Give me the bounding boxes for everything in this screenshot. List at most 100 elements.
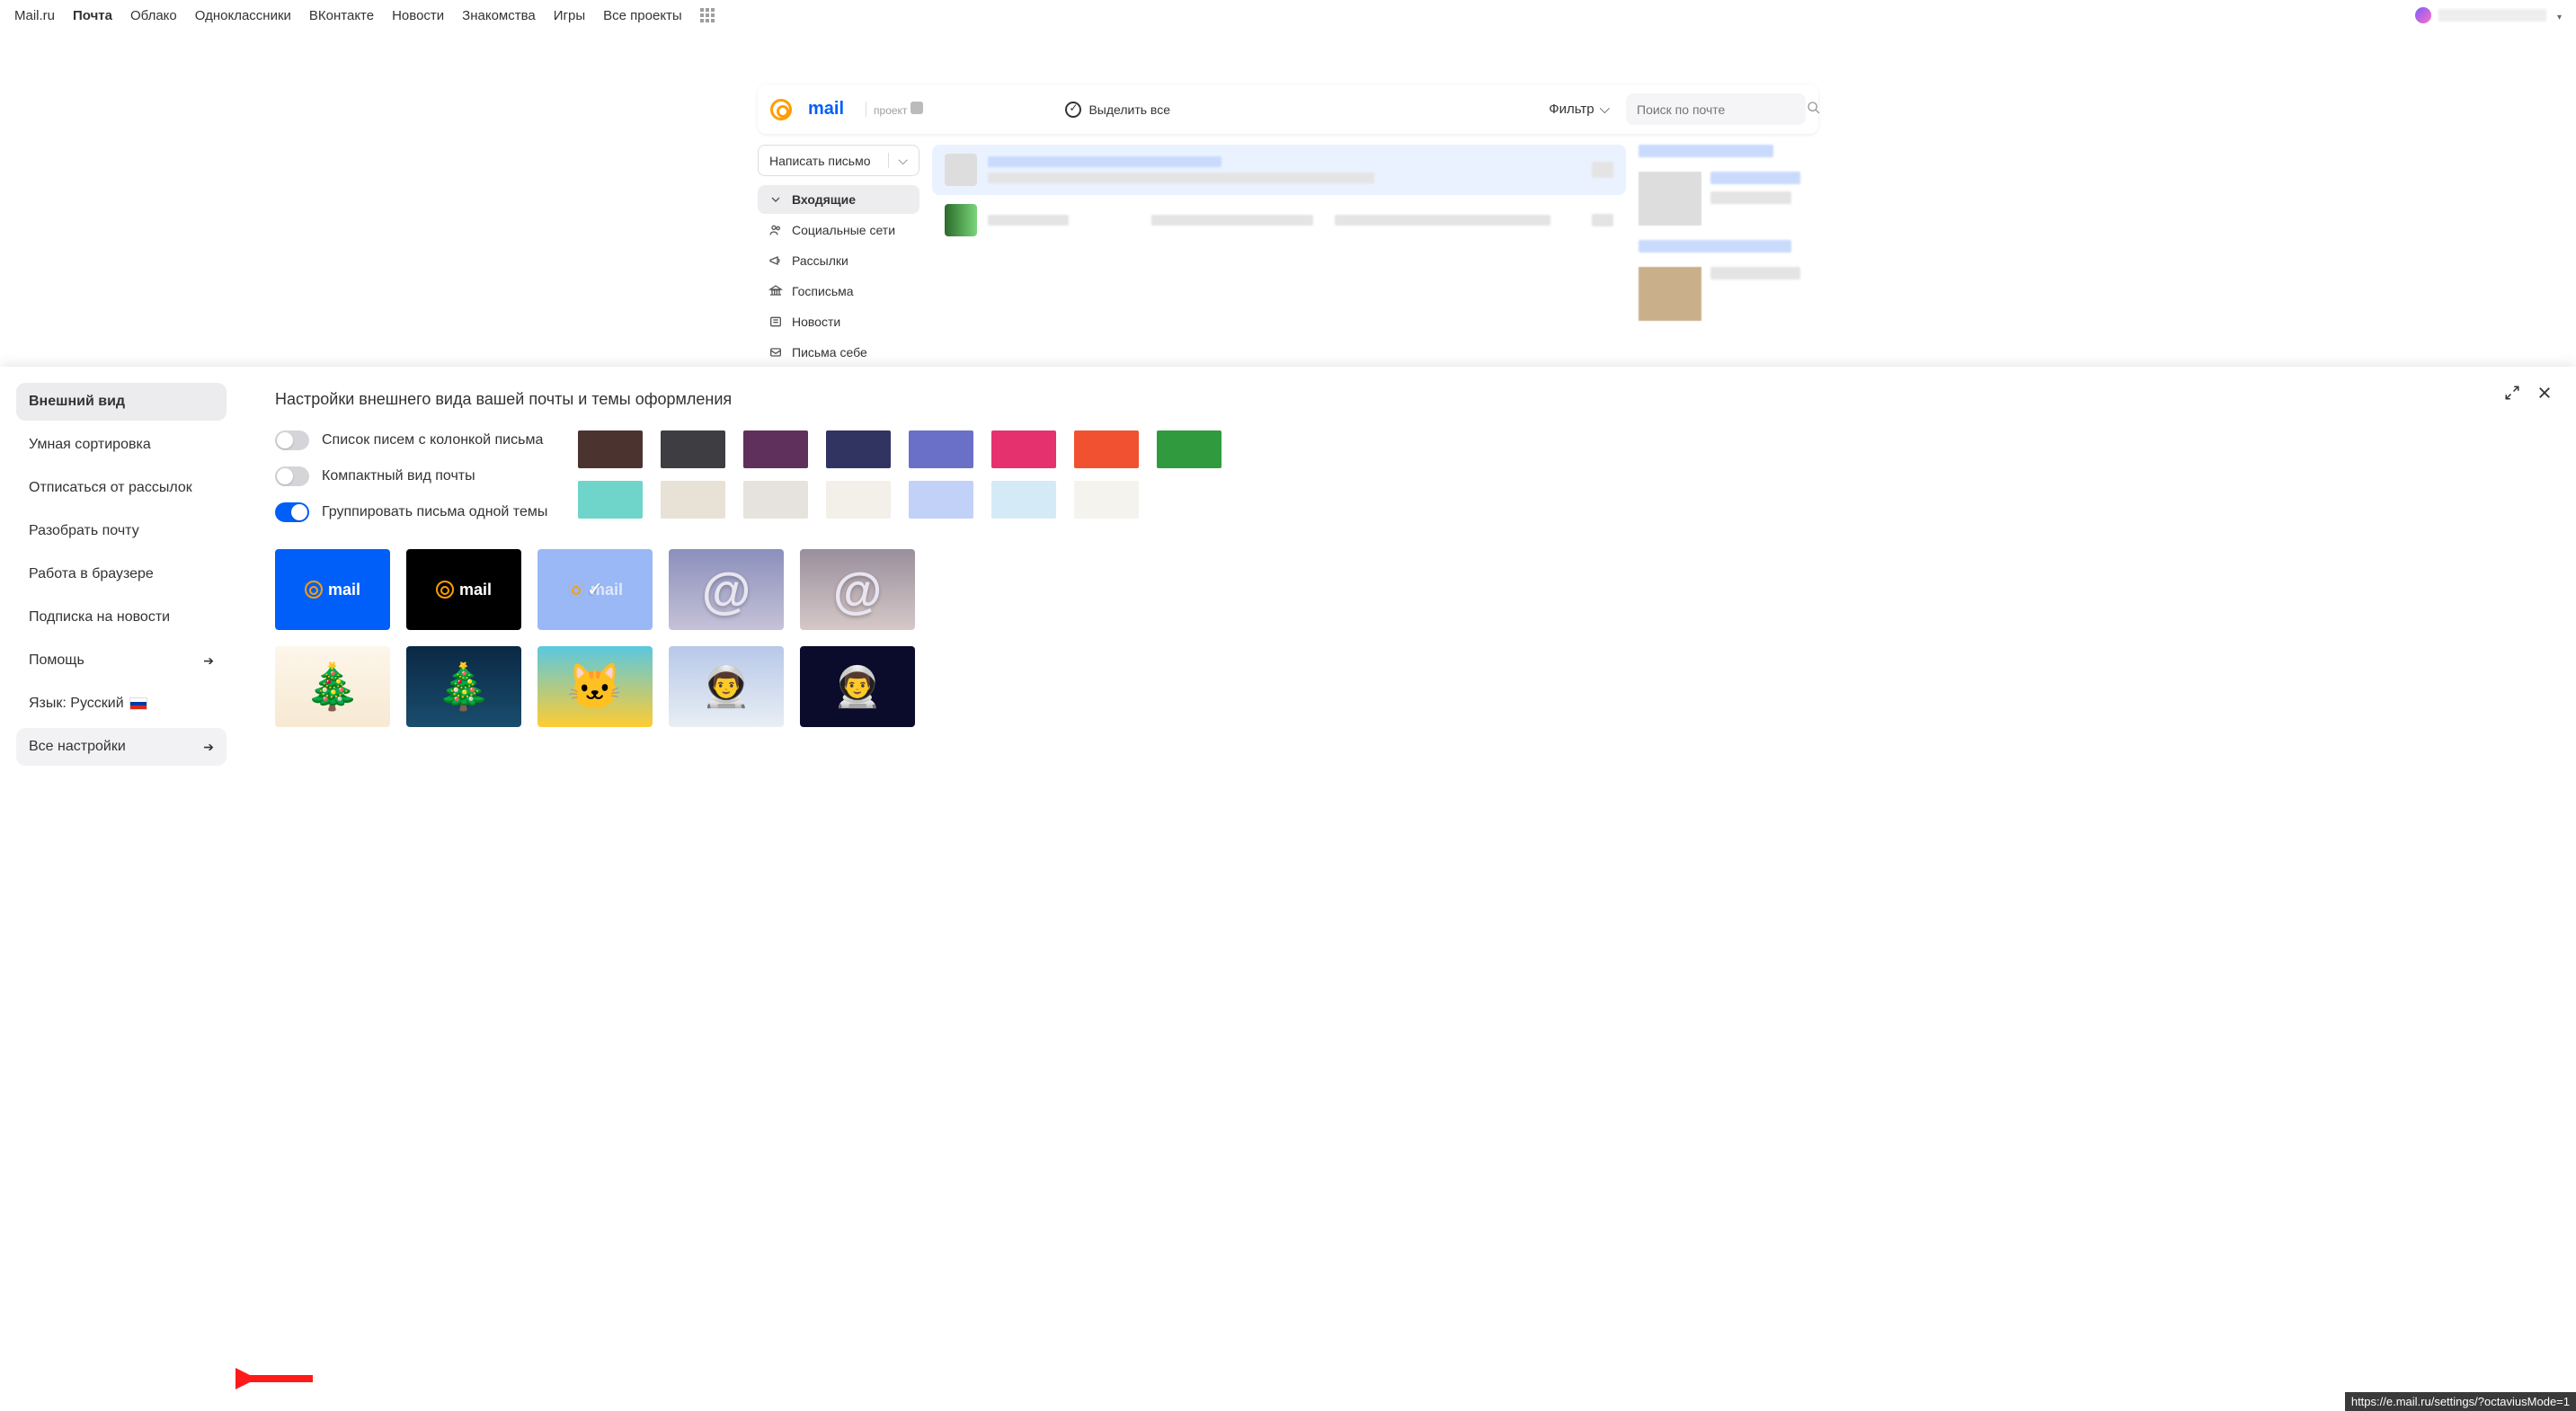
- blurred-thumb: [1639, 172, 1701, 226]
- toggle-switch[interactable]: [275, 430, 309, 450]
- theme-xmas-dark[interactable]: 🎄: [406, 646, 521, 727]
- mail-row[interactable]: [932, 145, 1626, 195]
- theme-astronaut-dark[interactable]: 👨‍🚀: [800, 646, 915, 727]
- color-swatch[interactable]: [991, 430, 1056, 468]
- settings-panel: Внешний вид Умная сортировка Отписаться …: [0, 367, 2576, 1411]
- color-swatch[interactable]: [1157, 430, 1221, 468]
- settings-main: Настройки внешнего вида вашей почты и те…: [243, 367, 2576, 1411]
- cat-icon: 🐱: [567, 661, 623, 714]
- user-menu-caret-icon[interactable]: [2554, 8, 2562, 22]
- nav-allprojects[interactable]: Все проекты: [603, 8, 682, 23]
- blurred-time: [1592, 214, 1613, 226]
- nav-dating[interactable]: Знакомства: [462, 8, 536, 23]
- color-swatch[interactable]: [909, 430, 973, 468]
- folder-to-self[interactable]: Письма себе: [758, 338, 919, 367]
- search-icon: [1807, 101, 1821, 118]
- at-ice-icon: @: [702, 561, 751, 619]
- theme-xmas-light[interactable]: 🎄: [275, 646, 390, 727]
- settings-item-news-sub[interactable]: Подписка на новости: [16, 599, 227, 636]
- mail-logo-text[interactable]: mail: [808, 99, 844, 120]
- color-swatch[interactable]: [1074, 430, 1139, 468]
- theme-mail-light[interactable]: mail ✓: [537, 549, 653, 630]
- sender-avatar: [945, 154, 977, 186]
- toggle-compact: Компактный вид почты: [275, 466, 547, 486]
- settings-item-browser[interactable]: Работа в браузере: [16, 555, 227, 593]
- mail-logo-icon[interactable]: [770, 99, 792, 120]
- compose-caret-icon[interactable]: ⌵: [888, 153, 908, 168]
- apps-grid-icon[interactable]: [700, 8, 715, 22]
- settings-title: Настройки внешнего вида вашей почты и те…: [275, 390, 2544, 409]
- settings-sidebar: Внешний вид Умная сортировка Отписаться …: [0, 367, 243, 1411]
- theme-mail-blue[interactable]: mail: [275, 549, 390, 630]
- top-nav-right: [2415, 7, 2562, 23]
- settings-item-help[interactable]: Помощь ➔: [16, 642, 227, 679]
- at-ice-icon: @: [833, 561, 883, 619]
- compose-button[interactable]: Написать письмо ⌵: [758, 145, 919, 176]
- settings-item-cleanup[interactable]: Разобрать почту: [16, 512, 227, 550]
- at-logo-icon: [305, 581, 323, 599]
- mail-sidebar: Написать письмо ⌵ Входящие Социальные се…: [758, 145, 919, 367]
- folder-newsletters[interactable]: Рассылки: [758, 246, 919, 275]
- settings-item-unsubscribe[interactable]: Отписаться от рассылок: [16, 469, 227, 507]
- color-swatch[interactable]: [661, 430, 725, 468]
- color-swatch[interactable]: [578, 481, 643, 519]
- select-all-button[interactable]: Выделить все: [1065, 102, 1170, 118]
- settings-item-appearance[interactable]: Внешний вид: [16, 383, 227, 421]
- close-icon: [2536, 385, 2553, 401]
- filter-button[interactable]: Фильтр ⌵: [1549, 102, 1610, 117]
- folder-inbox[interactable]: Входящие: [758, 185, 919, 214]
- settings-item-all-settings[interactable]: Все настройки ➔: [16, 728, 227, 766]
- nav-games[interactable]: Игры: [554, 8, 585, 23]
- color-swatch[interactable]: [578, 430, 643, 468]
- mail-list: [932, 145, 1626, 367]
- close-button[interactable]: [2536, 385, 2553, 406]
- folder-news[interactable]: Новости: [758, 307, 919, 336]
- blurred-time: [1592, 162, 1613, 178]
- status-url-tooltip: https://e.mail.ru/settings/?octaviusMode…: [2345, 1392, 2576, 1411]
- nav-vk[interactable]: ВКонтакте: [309, 8, 374, 23]
- sender-avatar: [945, 204, 977, 236]
- theme-mail-black[interactable]: mail: [406, 549, 521, 630]
- settings-item-language[interactable]: Язык: Русский: [16, 685, 227, 723]
- user-avatar[interactable]: [2415, 7, 2431, 23]
- color-swatch[interactable]: [909, 481, 973, 519]
- blurred-subject: [988, 156, 1221, 167]
- toggle-switch[interactable]: [275, 466, 309, 486]
- toggle-switch[interactable]: [275, 502, 309, 522]
- color-swatch[interactable]: [991, 481, 1056, 519]
- nav-news[interactable]: Новости: [392, 8, 444, 23]
- color-swatch[interactable]: [1074, 481, 1139, 519]
- blurred-line: [1710, 191, 1791, 204]
- select-all-label: Выделить все: [1088, 102, 1170, 117]
- nav-mailru[interactable]: Mail.ru: [14, 8, 55, 23]
- blurred-sender: [988, 215, 1069, 226]
- color-swatch[interactable]: [826, 481, 891, 519]
- theme-astronaut-light[interactable]: 👨‍🚀: [669, 646, 784, 727]
- theme-ice-2[interactable]: @: [800, 549, 915, 630]
- mail-row[interactable]: [932, 195, 1626, 245]
- at-logo-icon: [436, 581, 454, 599]
- expand-button[interactable]: [2504, 385, 2520, 406]
- mail-logo-sub: проект: [866, 102, 923, 117]
- nav-ok[interactable]: Одноклассники: [195, 8, 291, 23]
- color-swatch[interactable]: [743, 481, 808, 519]
- search-input[interactable]: [1637, 102, 1799, 117]
- megaphone-icon: [768, 253, 783, 268]
- overlay-controls: [2504, 385, 2553, 406]
- color-swatch[interactable]: [826, 430, 891, 468]
- toggles-group: Список писем с колонкой письма Компактны…: [275, 430, 547, 522]
- folder-social[interactable]: Социальные сети: [758, 216, 919, 244]
- nav-cloud[interactable]: Облако: [130, 8, 177, 23]
- settings-item-smart-sort[interactable]: Умная сортировка: [16, 426, 227, 464]
- themes-grid: mail mail mail ✓ @ @ 🎄 🎄 🐱 👨‍🚀 👨‍🚀: [275, 549, 2544, 727]
- nav-pochta[interactable]: Почта: [73, 8, 112, 23]
- color-swatch[interactable]: [661, 481, 725, 519]
- check-icon: ✓: [587, 578, 603, 601]
- search-box[interactable]: [1626, 93, 1806, 125]
- color-swatch[interactable]: [743, 430, 808, 468]
- vk-badge-icon: [910, 102, 923, 114]
- theme-cat[interactable]: 🐱: [537, 646, 653, 727]
- folder-gov[interactable]: Госписьма: [758, 277, 919, 306]
- theme-ice-1[interactable]: @: [669, 549, 784, 630]
- top-nav-left: Mail.ru Почта Облако Одноклассники ВКонт…: [14, 8, 715, 23]
